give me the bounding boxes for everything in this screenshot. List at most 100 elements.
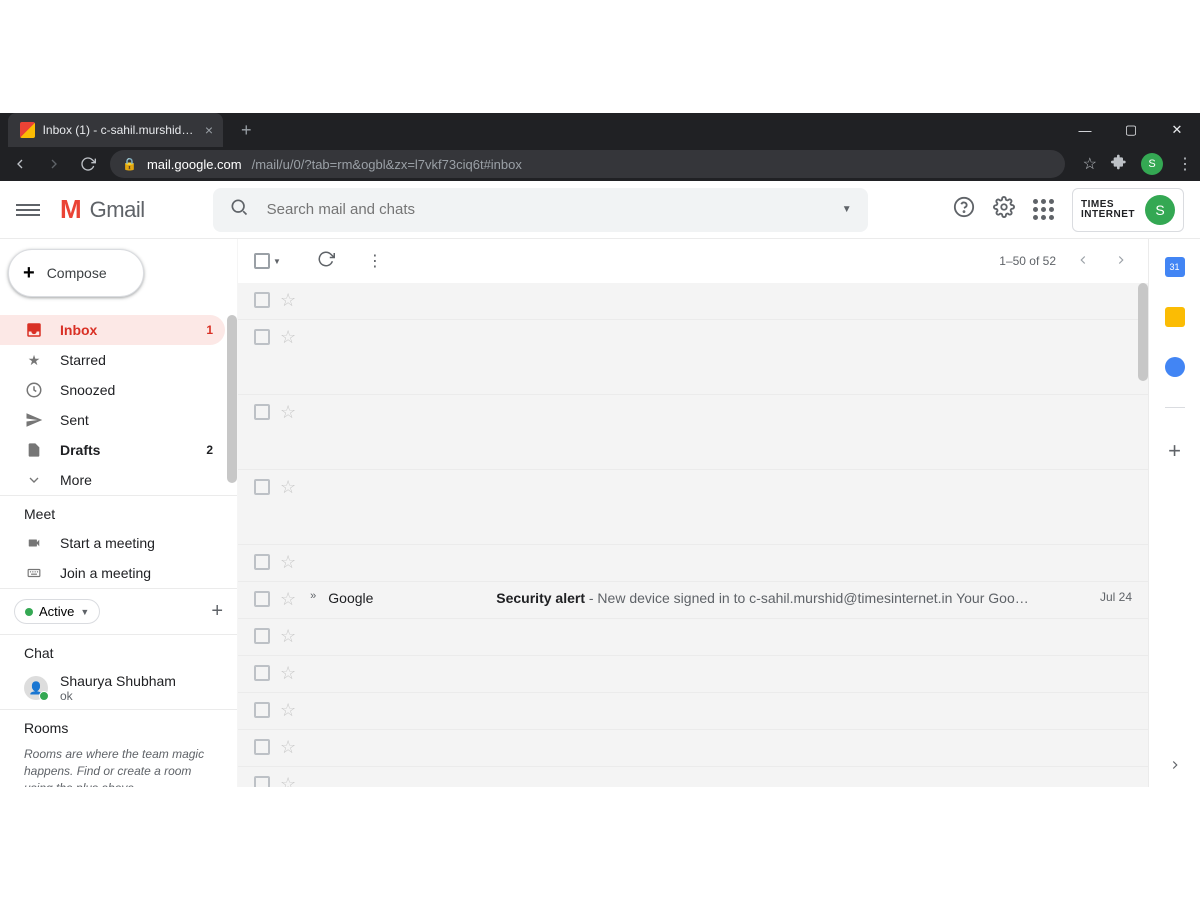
gmail-logo[interactable]: M Gmail: [60, 194, 145, 225]
rooms-header: Rooms: [0, 710, 237, 742]
contact-last-msg: ok: [60, 689, 176, 703]
compose-plus-icon: +: [23, 262, 35, 285]
prev-page-icon[interactable]: [1072, 249, 1094, 274]
star-icon[interactable]: ☆: [280, 291, 296, 309]
chat-contact[interactable]: 👤 Shaurya Shubham ok: [0, 667, 237, 709]
mail-scrollbar[interactable]: [1138, 283, 1148, 381]
next-page-icon[interactable]: [1110, 249, 1132, 274]
support-icon[interactable]: [953, 196, 975, 223]
sidebar-nav-drafts[interactable]: Drafts2: [0, 435, 225, 465]
window-close-icon[interactable]: ✕: [1154, 113, 1200, 147]
row-checkbox[interactable]: [254, 404, 270, 420]
settings-gear-icon[interactable]: [993, 196, 1015, 223]
meet-item[interactable]: Join a meeting: [0, 558, 225, 588]
mail-row[interactable]: ☆: [238, 545, 1148, 582]
sidebar-nav-sent[interactable]: Sent: [0, 405, 225, 435]
row-checkbox[interactable]: [254, 628, 270, 644]
important-marker-icon[interactable]: »: [310, 590, 316, 602]
account-avatar[interactable]: S: [1145, 195, 1175, 225]
mail-row[interactable]: ☆: [238, 395, 1148, 470]
select-dropdown-icon[interactable]: ▼: [273, 257, 281, 266]
row-checkbox[interactable]: [254, 702, 270, 718]
star-icon[interactable]: ☆: [280, 590, 296, 608]
browser-addressbar: 🔒 mail.google.com/mail/u/0/?tab=rm&ogbl&…: [0, 147, 1200, 181]
bookmark-star-icon[interactable]: ☆: [1083, 154, 1097, 174]
star-icon[interactable]: ☆: [280, 553, 296, 571]
sidebar-nav-snoozed[interactable]: Snoozed: [0, 375, 225, 405]
more-actions-icon[interactable]: ⋮: [367, 251, 383, 271]
mail-row[interactable]: ☆: [238, 693, 1148, 730]
star-icon[interactable]: ☆: [280, 775, 296, 787]
refresh-icon[interactable]: [317, 250, 335, 273]
nav-forward-icon[interactable]: [42, 152, 66, 176]
collapse-rail-icon[interactable]: [1168, 758, 1182, 777]
meet-item[interactable]: Start a meeting: [0, 528, 225, 558]
mail-row[interactable]: ☆: [238, 619, 1148, 656]
status-pill[interactable]: Active ▼: [14, 599, 100, 624]
nav-back-icon[interactable]: [8, 152, 32, 176]
mail-row[interactable]: ☆: [238, 767, 1148, 787]
cam-icon: [24, 536, 44, 550]
search-input[interactable]: [267, 201, 834, 218]
row-checkbox[interactable]: [254, 776, 270, 787]
omnibox[interactable]: 🔒 mail.google.com/mail/u/0/?tab=rm&ogbl&…: [110, 150, 1065, 178]
mail-row[interactable]: ☆: [238, 656, 1148, 693]
row-checkbox[interactable]: [254, 739, 270, 755]
mail-row[interactable]: ☆: [238, 320, 1148, 395]
browser-profile-avatar[interactable]: S: [1141, 153, 1163, 175]
keep-icon[interactable]: [1165, 307, 1185, 327]
mail-row[interactable]: ☆: [238, 470, 1148, 545]
browser-tab[interactable]: Inbox (1) - c-sahil.murshid@tim ×: [8, 113, 223, 147]
mail-row[interactable]: ☆: [238, 730, 1148, 767]
new-tab-button[interactable]: +: [241, 120, 252, 141]
sidebar-nav-starred[interactable]: ★Starred: [0, 345, 225, 375]
row-checkbox[interactable]: [254, 554, 270, 570]
row-checkbox[interactable]: [254, 479, 270, 495]
star-icon[interactable]: ☆: [280, 701, 296, 719]
nav-reload-icon[interactable]: [76, 152, 100, 176]
compose-button[interactable]: + Compose: [8, 249, 144, 297]
mail-row[interactable]: ☆: [238, 283, 1148, 320]
extensions-icon[interactable]: [1111, 154, 1127, 175]
org-badge[interactable]: TIMES INTERNET S: [1072, 188, 1184, 232]
tab-close-icon[interactable]: ×: [205, 122, 213, 138]
select-all-checkbox[interactable]: [254, 253, 270, 269]
mail-row[interactable]: ☆»GoogleSecurity alert - New device sign…: [238, 582, 1148, 619]
chev-icon: [24, 472, 44, 488]
browser-menu-icon[interactable]: ⋮: [1177, 154, 1192, 174]
star-icon[interactable]: ☆: [280, 403, 296, 421]
send-icon: [24, 411, 44, 429]
get-addons-icon[interactable]: +: [1168, 438, 1181, 464]
meet-label: Start a meeting: [60, 535, 213, 551]
status-label: Active: [39, 604, 74, 619]
star-icon[interactable]: ☆: [280, 627, 296, 645]
star-icon[interactable]: ☆: [280, 738, 296, 756]
google-apps-icon[interactable]: [1033, 199, 1054, 220]
tasks-icon[interactable]: [1165, 357, 1185, 377]
new-chat-icon[interactable]: +: [211, 600, 223, 623]
mail-subject: Security alert - New device signed in to…: [496, 590, 1088, 606]
calendar-icon[interactable]: 31: [1165, 257, 1185, 277]
star-icon[interactable]: ☆: [280, 478, 296, 496]
window-minimize-icon[interactable]: —: [1062, 113, 1108, 147]
row-checkbox[interactable]: [254, 665, 270, 681]
nav-label: Inbox: [60, 322, 206, 338]
search-options-icon[interactable]: ▼: [842, 204, 852, 215]
star-icon[interactable]: ☆: [280, 328, 296, 346]
sidebar-nav-more[interactable]: More: [0, 465, 225, 495]
search-icon[interactable]: [229, 197, 249, 222]
nav-label: Starred: [60, 352, 213, 368]
row-checkbox[interactable]: [254, 329, 270, 345]
mail-list[interactable]: ☆☆☆☆☆☆»GoogleSecurity alert - New device…: [238, 283, 1148, 787]
lock-icon: 🔒: [122, 157, 137, 171]
url-path: /mail/u/0/?tab=rm&ogbl&zx=l7vkf73ciq6t#i…: [252, 157, 522, 172]
sidebar-nav-inbox[interactable]: Inbox1: [0, 315, 225, 345]
sidebar-scrollbar[interactable]: [227, 315, 237, 483]
search-bar[interactable]: ▼: [213, 188, 868, 232]
star-icon[interactable]: ☆: [280, 664, 296, 682]
main-menu-icon[interactable]: [16, 201, 40, 219]
window-maximize-icon[interactable]: ▢: [1108, 113, 1154, 147]
row-checkbox[interactable]: [254, 591, 270, 607]
gmail-logo-text: Gmail: [90, 197, 145, 223]
row-checkbox[interactable]: [254, 292, 270, 308]
